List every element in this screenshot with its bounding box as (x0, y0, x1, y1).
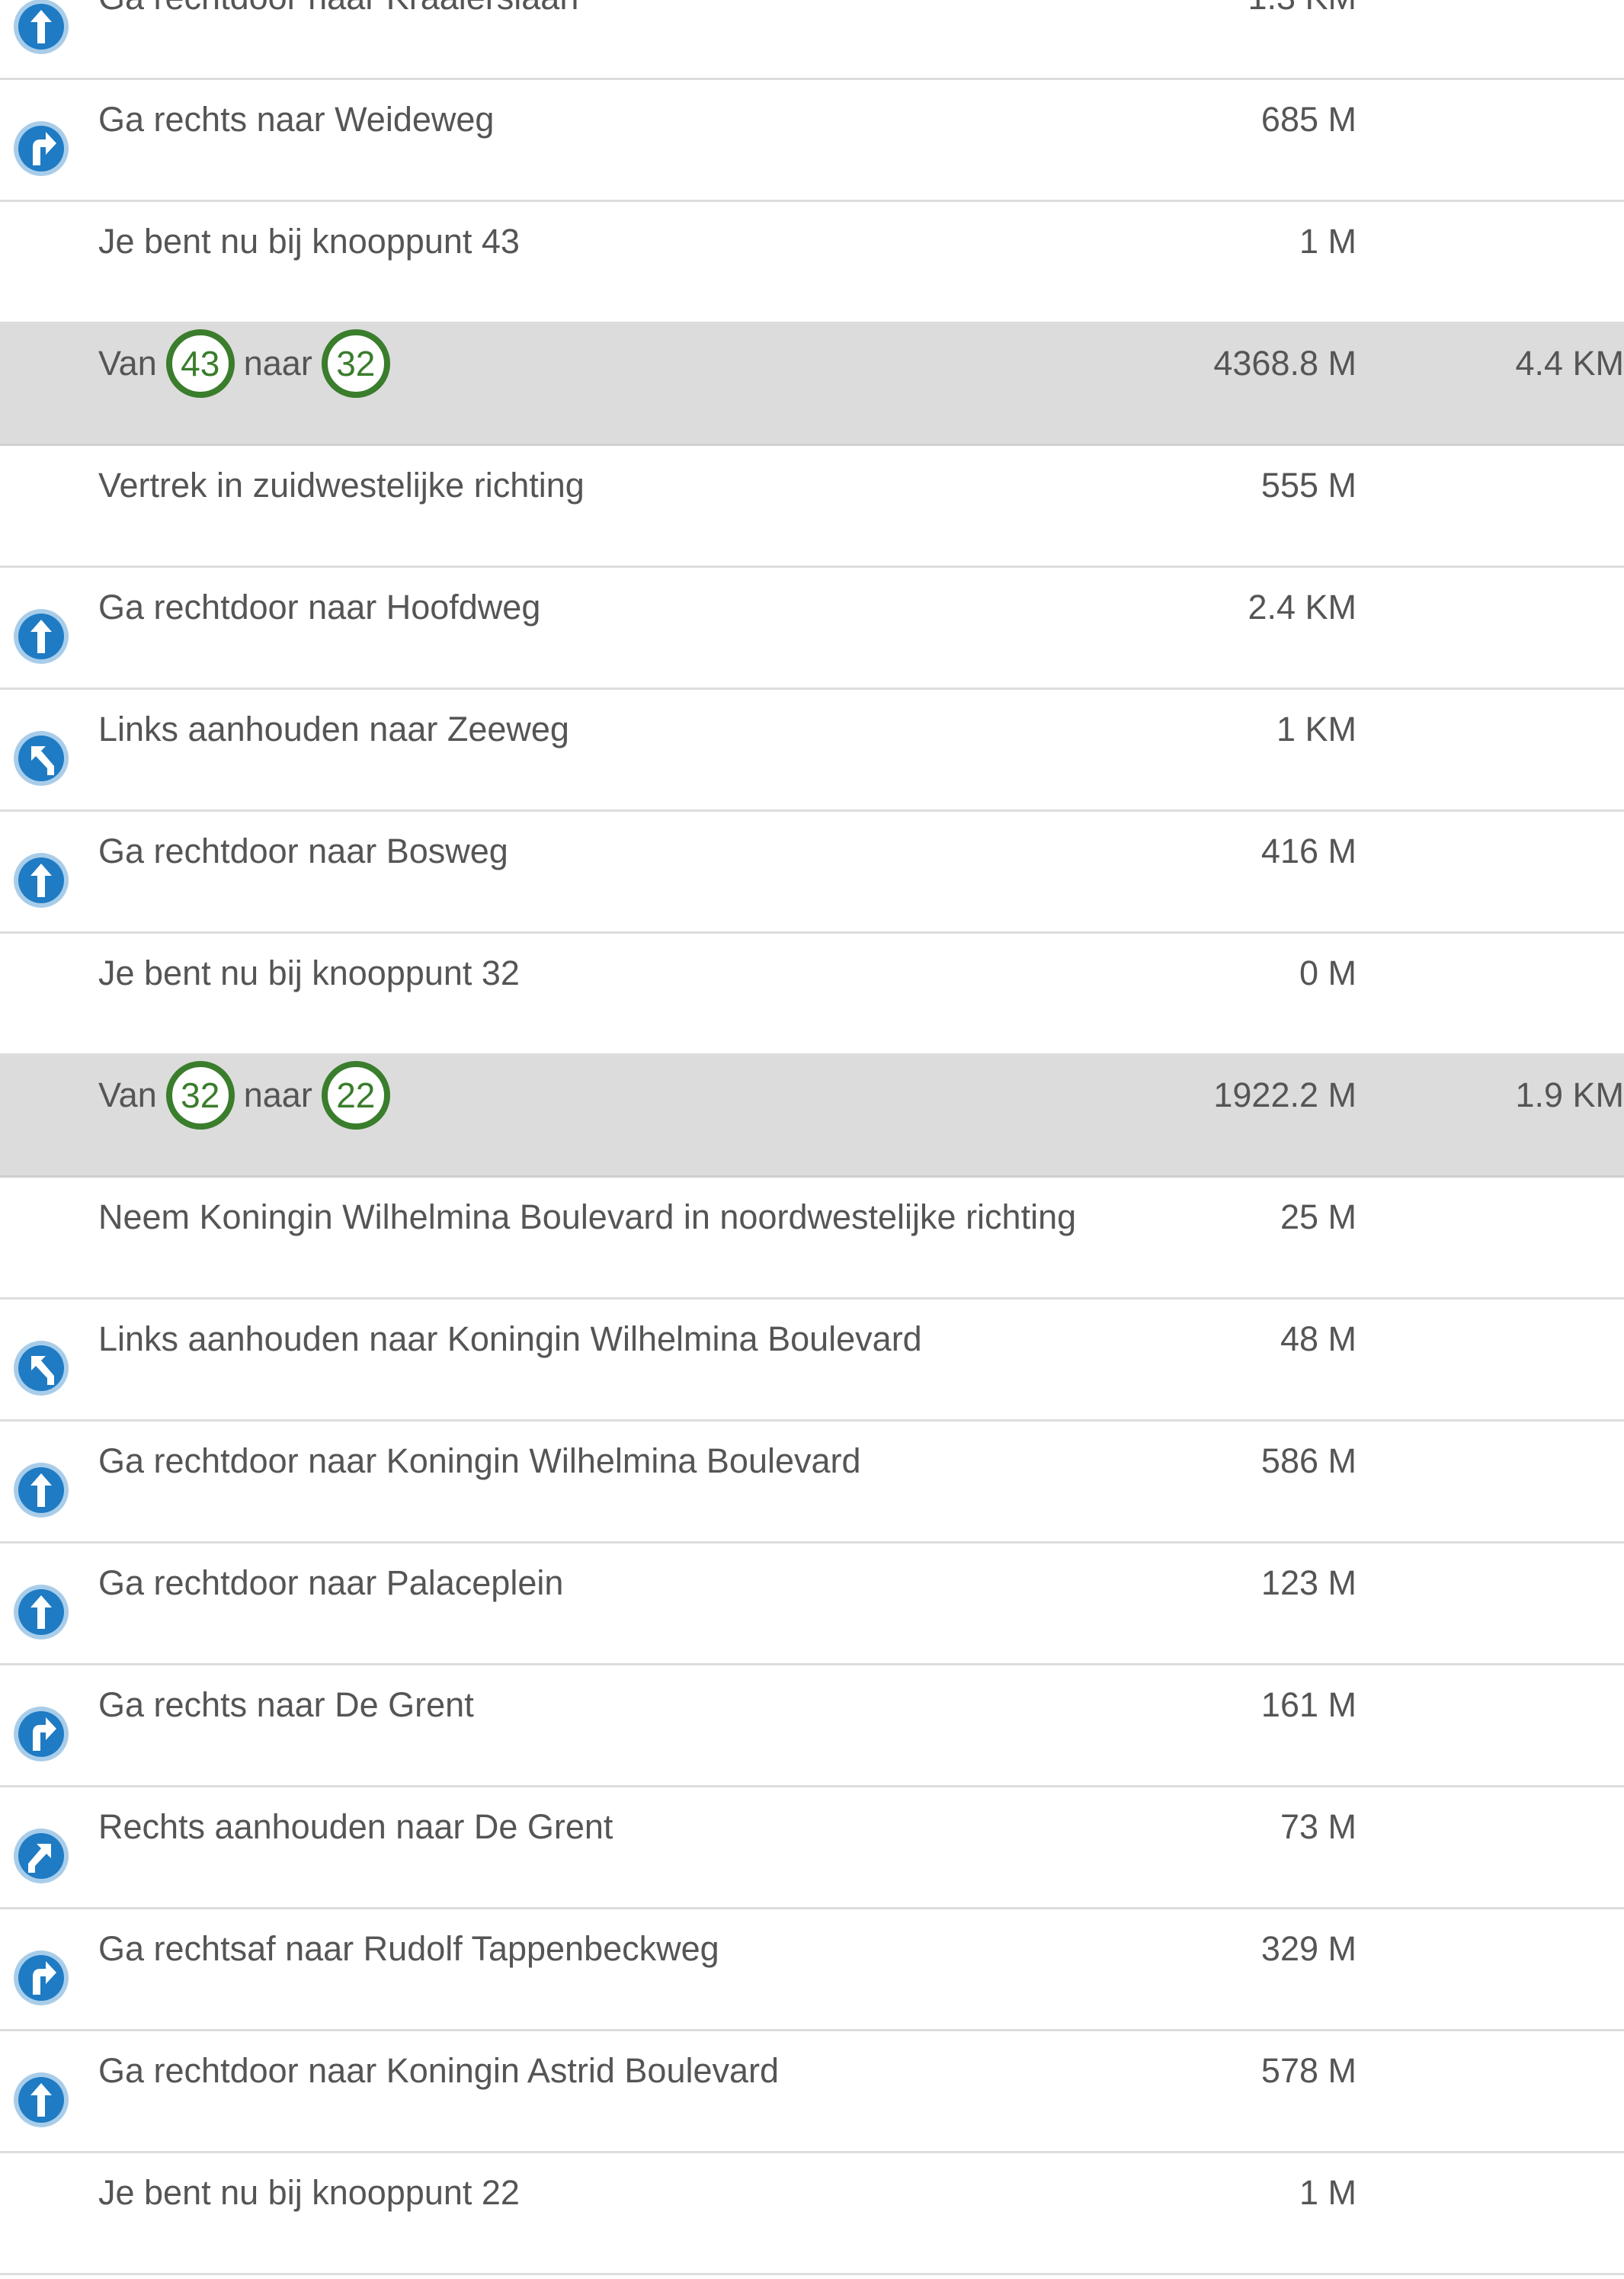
segment-from-label: Van (98, 344, 157, 383)
direction-text: Ga rechts naar De Grent (98, 1685, 474, 1724)
direction-step-row[interactable]: Je bent nu bij knooppunt 22 1 M (0, 2153, 1624, 2275)
step-distance: 73 M (1280, 1807, 1357, 1846)
step-distance: 555 M (1260, 466, 1357, 505)
direction-step-row[interactable]: Ga rechts naar Weideweg 685 M (0, 80, 1624, 202)
direction-text: Je bent nu bij knooppunt 32 (98, 954, 520, 992)
direction-step-row[interactable]: Ga rechtsaf naar Rudolf Tappenbeckweg 329… (0, 1909, 1624, 2031)
node-badge-to: 22 (321, 1061, 390, 1130)
direction-step-row[interactable]: Vertrek in zuidwestelijke richting 555 M (0, 446, 1624, 568)
direction-text: Ga rechtdoor naar Hoofdweg (98, 588, 541, 627)
straight-arrow-icon (12, 607, 70, 665)
direction-text: Rechts aanhouden naar De Grent (98, 1807, 613, 1846)
step-distance: 25 M (1280, 1197, 1357, 1236)
step-distance: 416 M (1260, 832, 1357, 870)
direction-text: Ga rechtdoor naar Koningin Astrid Boulev… (98, 2051, 780, 2090)
direction-step-row[interactable]: Ga rechtdoor naar Koningin Wilhelmina Bo… (0, 1422, 1624, 1543)
direction-step-row[interactable]: Links aanhouden naar Zeeweg 1 KM (0, 690, 1624, 812)
turn-right-icon (12, 1949, 70, 2007)
direction-text: Neem Koningin Wilhelmina Boulevard in no… (98, 1197, 1077, 1236)
direction-step-row[interactable]: Ga rechtdoor naar Kraaierslaan 1.3 KM (0, 0, 1624, 80)
direction-text: Je bent nu bij knooppunt 22 (98, 2173, 520, 2212)
segment-title: Van 43 naar 32 (98, 324, 399, 403)
step-distance: 2.4 KM (1248, 588, 1357, 627)
straight-arrow-icon (12, 1461, 70, 1519)
step-distance: 123 M (1260, 1563, 1357, 1602)
route-segment-row[interactable]: Van 32 naar 22 1922.2 M 1.9 KM (0, 1056, 1624, 1178)
step-distance: 1 KM (1276, 710, 1357, 748)
step-distance: 329 M (1260, 1929, 1357, 1968)
step-distance: 685 M (1260, 100, 1357, 139)
route-segment-row[interactable]: Van 43 naar 32 4368.8 M 4.4 KM (0, 324, 1624, 446)
route-directions-list: Ga rechtdoor naar Kraaierslaan1.3 KMGa r… (0, 0, 1624, 2279)
step-distance: 48 M (1280, 1319, 1357, 1358)
direction-text: Ga rechtdoor naar Kraaierslaan (98, 0, 578, 37)
segment-to-label: naar (243, 344, 312, 383)
segment-title: Van 32 naar 22 (98, 1056, 399, 1135)
direction-step-row[interactable]: Neem Koningin Wilhelmina Boulevard in no… (0, 1178, 1624, 1300)
direction-step-row[interactable]: Ga rechtdoor naar Hoofdweg 2.4 KM (0, 568, 1624, 690)
node-badge-from: 43 (165, 329, 235, 398)
direction-text: Ga rechtdoor naar Bosweg (98, 832, 508, 870)
node-badge-to: 32 (321, 329, 390, 398)
direction-step-row[interactable]: Rechts aanhouden naar De Grent 73 M (0, 1787, 1624, 1909)
straight-arrow-icon (12, 0, 70, 56)
step-distance: 0 M (1299, 954, 1357, 992)
direction-step-row[interactable]: Ga rechtdoor naar Palaceplein 123 M (0, 1543, 1624, 1665)
step-distance: 1.3 KM (1248, 0, 1357, 37)
direction-text: Ga rechtsaf naar Rudolf Tappenbeckweg (98, 1929, 719, 1968)
direction-text: Ga rechtdoor naar Koningin Wilhelmina Bo… (98, 1441, 861, 1480)
direction-text: Je bent nu bij knooppunt 43 (98, 222, 520, 261)
segment-from-label: Van (98, 1075, 157, 1114)
direction-step-row[interactable]: Je bent nu bij knooppunt 32 0 M (0, 934, 1624, 1056)
straight-arrow-icon (12, 851, 70, 909)
segment-distance: 4368.8 M (1213, 344, 1357, 383)
node-badge-from: 32 (165, 1061, 235, 1130)
direction-step-row[interactable]: Ga rechts naar De Grent 161 M (0, 1665, 1624, 1787)
direction-step-row[interactable]: Links aanhouden naar Koningin Wilhelmina… (0, 1300, 1624, 1422)
straight-arrow-icon (12, 2071, 70, 2129)
direction-text: Ga rechtdoor naar Palaceplein (98, 1563, 564, 1602)
step-distance: 1 M (1299, 222, 1357, 261)
direction-text: Links aanhouden naar Koningin Wilhelmina… (98, 1319, 922, 1358)
step-distance: 1 M (1299, 2173, 1357, 2212)
straight-arrow-icon (12, 1583, 70, 1641)
step-distance: 161 M (1260, 1685, 1357, 1724)
step-distance: 586 M (1260, 1441, 1357, 1480)
direction-step-row[interactable]: Ga rechtdoor naar Bosweg 416 M (0, 812, 1624, 934)
keep-left-icon (12, 1339, 70, 1397)
keep-left-icon (12, 729, 70, 787)
turn-right-icon (12, 1705, 70, 1763)
step-distance: 578 M (1260, 2051, 1357, 2090)
segment-total-distance: 4.4 KM (1515, 344, 1624, 383)
direction-text: Vertrek in zuidwestelijke richting (98, 466, 585, 505)
keep-right-icon (12, 1827, 70, 1885)
direction-text: Links aanhouden naar Zeeweg (98, 710, 569, 748)
segment-distance: 1922.2 M (1213, 1075, 1357, 1114)
direction-step-row[interactable]: Ga rechtdoor naar Koningin Astrid Boulev… (0, 2031, 1624, 2153)
direction-text: Ga rechts naar Weideweg (98, 100, 495, 139)
turn-right-icon (12, 120, 70, 178)
segment-total-distance: 1.9 KM (1515, 1075, 1624, 1114)
segment-to-label: naar (243, 1075, 312, 1114)
direction-step-row[interactable]: Je bent nu bij knooppunt 43 1 M (0, 202, 1624, 324)
